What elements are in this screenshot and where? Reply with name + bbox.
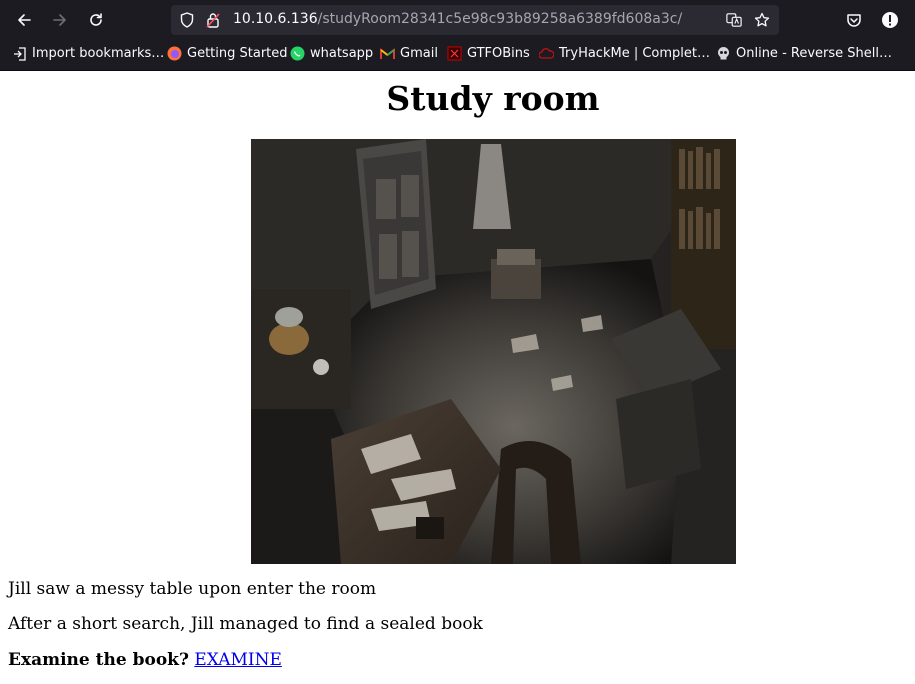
bookmark-label: Online - Reverse Shell… xyxy=(736,46,892,61)
bookmark-gtfobins[interactable]: GTFOBins xyxy=(447,46,530,61)
gtfobins-icon xyxy=(447,46,462,61)
bookmark-label: Getting Started xyxy=(187,46,288,61)
bookmark-gmail[interactable]: Gmail xyxy=(380,46,438,61)
forward-arrow-icon xyxy=(53,14,66,26)
bookmark-label: TryHackMe | Complet… xyxy=(559,46,710,61)
gmail-icon xyxy=(380,46,395,61)
examine-link[interactable]: EXAMINE xyxy=(194,650,282,670)
url-host: 10.10.6.136 xyxy=(233,11,318,27)
info-icon xyxy=(882,12,898,28)
extension-button[interactable] xyxy=(878,8,902,32)
bookmark-import[interactable]: Import bookmarks… xyxy=(12,46,164,61)
browser-toolbar: 10.10.6.136/studyRoom28341c5e98c93b89258… xyxy=(0,0,915,40)
bookmark-whatsapp[interactable]: whatsapp xyxy=(290,46,373,61)
bookmark-label: GTFOBins xyxy=(467,46,530,61)
bookmark-getting-started[interactable]: Getting Started xyxy=(167,46,288,61)
forward-button[interactable] xyxy=(48,8,72,32)
firefox-icon xyxy=(167,46,182,61)
back-button[interactable] xyxy=(12,8,36,32)
tryhackme-icon xyxy=(539,46,554,61)
examine-question: Examine the book? xyxy=(8,650,189,670)
study-room-image xyxy=(251,139,736,564)
story-line-2: After a short search, Jill managed to fi… xyxy=(8,614,483,634)
url-text[interactable]: 10.10.6.136/studyRoom28341c5e98c93b89258… xyxy=(233,11,682,27)
page-content: Study room Jill saw a messy table upon e… xyxy=(0,71,915,684)
story-line-1: Jill saw a messy table upon enter the ro… xyxy=(8,579,377,599)
insecure-lock-icon[interactable] xyxy=(205,12,221,28)
bookmark-tryhackme[interactable]: TryHackMe | Complet… xyxy=(539,46,710,61)
translate-icon[interactable] xyxy=(726,12,742,28)
url-bar[interactable]: 10.10.6.136/studyRoom28341c5e98c93b89258… xyxy=(171,5,779,35)
bookmark-reverse-shell[interactable]: Online - Reverse Shell… xyxy=(716,46,892,61)
examine-prompt: Examine the book? EXAMINE xyxy=(8,650,282,670)
reload-button[interactable] xyxy=(84,8,108,32)
bookmark-label: Gmail xyxy=(400,46,438,61)
shield-icon[interactable] xyxy=(179,12,195,28)
bookmark-star-icon[interactable] xyxy=(754,12,770,28)
pocket-button[interactable] xyxy=(842,8,866,32)
reload-icon xyxy=(90,13,102,26)
bookmark-label: whatsapp xyxy=(310,46,374,61)
bookmarks-bar: Import bookmarks… Getting Started whatsa… xyxy=(0,40,915,71)
import-icon xyxy=(12,46,27,61)
pocket-icon xyxy=(847,14,861,27)
bookmark-label: Import bookmarks… xyxy=(32,46,165,61)
whatsapp-icon xyxy=(290,46,305,61)
skull-icon xyxy=(716,46,731,61)
back-arrow-icon xyxy=(18,14,31,26)
page-title: Study room xyxy=(386,79,600,118)
url-path: /studyRoom28341c5e98c93b89258a6389fd608a… xyxy=(317,11,683,27)
